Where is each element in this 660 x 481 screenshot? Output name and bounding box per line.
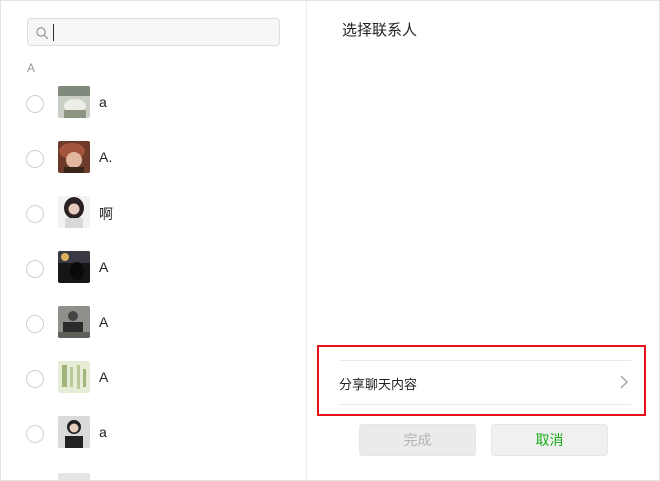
contact-name: A. [99, 149, 113, 165]
done-button[interactable]: 完成 [359, 424, 476, 456]
select-radio[interactable] [26, 370, 44, 388]
contact-name: 啊 [99, 206, 113, 222]
avatar [58, 141, 90, 173]
avatar [58, 361, 90, 393]
contact-item[interactable]: a [1, 410, 301, 464]
select-radio[interactable] [26, 95, 44, 113]
page-title: 选择联系人 [342, 21, 418, 39]
select-radio[interactable] [26, 150, 44, 168]
share-dialog-window: A a A. 啊 A A A a 选择联系人 分享聊天内容 完成 取消 [0, 0, 660, 481]
search-box[interactable] [27, 18, 280, 46]
section-header-a: A [27, 61, 36, 75]
cancel-button[interactable]: 取消 [491, 424, 608, 456]
share-chat-content-row[interactable]: 分享聊天内容 [339, 360, 631, 405]
select-radio[interactable] [26, 260, 44, 278]
contact-item[interactable]: A [1, 300, 301, 354]
avatar [58, 196, 90, 228]
contact-item[interactable]: A [1, 245, 301, 299]
select-radio[interactable] [26, 315, 44, 333]
avatar [58, 416, 90, 448]
avatar [58, 251, 90, 283]
avatar [58, 473, 90, 480]
contact-name: A [99, 314, 109, 330]
contact-item[interactable]: A. [1, 135, 301, 189]
select-radio[interactable] [26, 425, 44, 443]
contact-item[interactable]: A [1, 355, 301, 409]
contact-name: a [99, 424, 107, 440]
avatar [58, 86, 90, 118]
contact-list-pane[interactable]: A a A. 啊 A A A a [1, 1, 307, 480]
select-radio[interactable] [26, 205, 44, 223]
contact-name: A [99, 259, 109, 275]
contact-item[interactable]: a [1, 80, 301, 134]
contact-name: a [99, 94, 107, 110]
contact-name: A [99, 369, 109, 385]
chevron-right-icon [620, 375, 629, 389]
text-caret [53, 24, 54, 41]
share-chat-content-label: 分享聊天内容 [339, 378, 418, 393]
avatar [58, 306, 90, 338]
contact-item[interactable]: 啊 [1, 190, 301, 244]
search-icon [36, 27, 49, 40]
search-input[interactable] [56, 21, 275, 45]
